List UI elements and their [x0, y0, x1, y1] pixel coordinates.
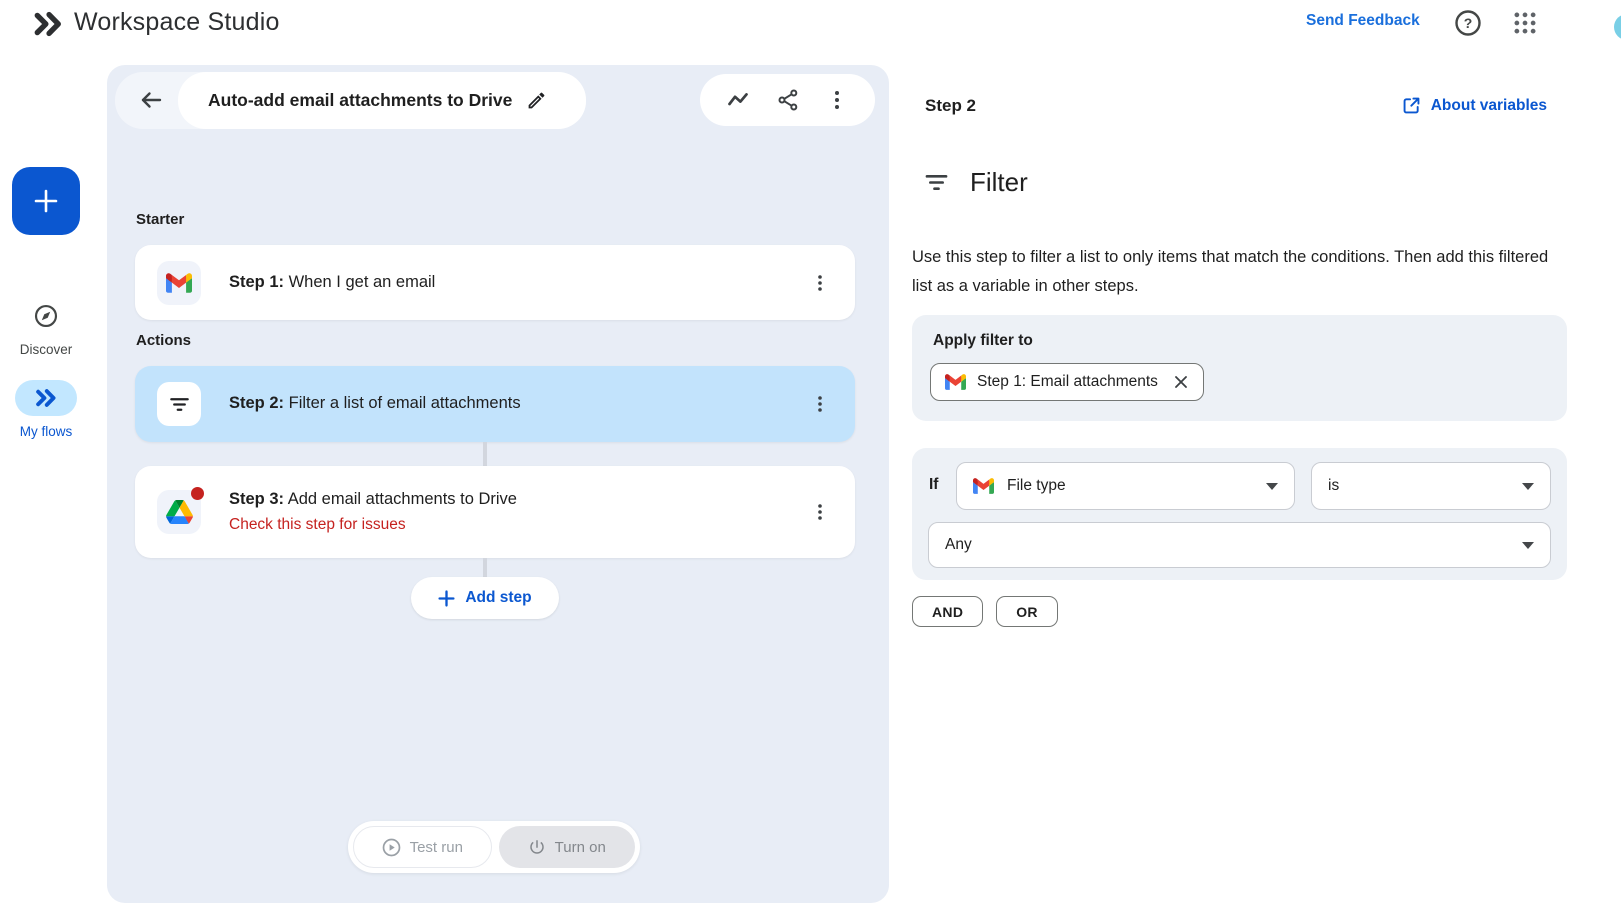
- flow-header: Auto-add email attachments to Drive: [115, 72, 586, 129]
- top-app-bar: Workspace Studio Send Feedback ?: [0, 0, 1621, 50]
- flow-title: Auto-add email attachments to Drive: [208, 90, 512, 111]
- flow-toolbar: [700, 74, 875, 126]
- step-title: Step 1: When I get an email: [229, 270, 435, 296]
- apply-filter-label: Apply filter to: [933, 332, 1033, 350]
- step-menu-icon[interactable]: [811, 395, 829, 413]
- open-in-new-icon: [1402, 96, 1421, 115]
- back-arrow-icon[interactable]: [137, 86, 165, 114]
- step-menu-icon[interactable]: [811, 503, 829, 521]
- gmail-icon: [945, 374, 966, 390]
- step-card-3[interactable]: Step 3: Add email attachments to Drive C…: [135, 466, 855, 558]
- panel-step-label: Step 2: [925, 96, 976, 116]
- svg-text:?: ?: [1464, 15, 1473, 31]
- condition-operator-dropdown[interactable]: is: [1311, 462, 1551, 510]
- gmail-icon: [157, 261, 201, 305]
- run-controls: Test run Turn on: [348, 821, 640, 873]
- apply-filter-section: Apply filter to Step 1: Email attachment…: [912, 315, 1567, 421]
- filter-icon: [923, 169, 950, 196]
- flow-title-pill[interactable]: Auto-add email attachments to Drive: [178, 72, 586, 129]
- power-icon: [528, 838, 546, 856]
- new-flow-button[interactable]: [12, 167, 80, 235]
- app-title: Workspace Studio: [74, 8, 280, 37]
- test-run-button[interactable]: Test run: [353, 826, 492, 868]
- step-menu-icon[interactable]: [811, 274, 829, 292]
- step-config-panel: Step 2 About variables Filter Use this s…: [893, 65, 1621, 903]
- chevron-down-icon: [1266, 483, 1278, 490]
- if-label: If: [929, 476, 938, 494]
- sidebar-item-discover[interactable]: Discover: [0, 298, 92, 357]
- issue-badge: [191, 487, 204, 500]
- step-title: Step 2: Filter a list of email attachmen…: [229, 391, 521, 417]
- step-connector: [483, 558, 487, 577]
- more-options-icon[interactable]: [825, 88, 849, 112]
- drive-icon: [157, 490, 201, 534]
- share-icon[interactable]: [776, 88, 800, 112]
- step-description: Use this step to filter a list to only i…: [912, 243, 1557, 301]
- plus-icon: [31, 186, 61, 216]
- chevron-down-icon: [1522, 483, 1534, 490]
- flows-icon: [35, 388, 57, 408]
- step-card-2[interactable]: Step 2: Filter a list of email attachmen…: [135, 366, 855, 442]
- help-icon[interactable]: ?: [1453, 8, 1483, 38]
- section-actions-label: Actions: [136, 332, 191, 349]
- turn-on-button[interactable]: Turn on: [499, 826, 636, 868]
- filter-icon: [157, 382, 201, 426]
- compass-icon: [33, 303, 59, 329]
- step-connector: [483, 442, 487, 466]
- boolean-operator-row: AND OR: [912, 596, 1058, 627]
- plus-icon: [438, 590, 455, 607]
- add-step-button[interactable]: Add step: [411, 577, 559, 619]
- avatar[interactable]: [1614, 14, 1621, 40]
- workspace-studio-logo-icon: [33, 10, 63, 38]
- step-card-1[interactable]: Step 1: When I get an email: [135, 245, 855, 320]
- send-feedback-link[interactable]: Send Feedback: [1306, 12, 1420, 30]
- activity-icon[interactable]: [726, 88, 750, 112]
- and-button[interactable]: AND: [912, 596, 983, 627]
- condition-value: Any: [945, 536, 972, 554]
- section-starter-label: Starter: [136, 211, 184, 228]
- close-icon[interactable]: [1173, 374, 1189, 390]
- gmail-icon: [973, 478, 994, 494]
- about-variables-link[interactable]: About variables: [1402, 96, 1547, 115]
- sidebar-item-label: Discover: [20, 342, 73, 357]
- condition-operator-value: is: [1328, 477, 1339, 495]
- condition-field-value: File type: [1007, 477, 1066, 495]
- flow-canvas: Auto-add email attachments to Drive Star…: [107, 65, 889, 903]
- sidebar-item-label: My flows: [20, 424, 73, 439]
- chevron-down-icon: [1522, 542, 1534, 549]
- apps-grid-icon[interactable]: [1512, 10, 1538, 36]
- condition-value-dropdown[interactable]: Any: [928, 522, 1551, 568]
- variable-chip-label: Step 1: Email attachments: [977, 373, 1158, 391]
- sidebar-item-my-flows[interactable]: My flows: [0, 380, 92, 439]
- panel-heading: Filter: [923, 167, 1028, 198]
- play-icon: [382, 838, 401, 857]
- condition-section: If File type is Any: [912, 448, 1567, 580]
- step-title: Step 3: Add email attachments to Drive C…: [229, 487, 517, 538]
- or-button[interactable]: OR: [996, 596, 1058, 627]
- step-warning-text: Check this step for issues: [229, 513, 517, 537]
- edit-pencil-icon[interactable]: [526, 90, 547, 111]
- condition-field-dropdown[interactable]: File type: [956, 462, 1295, 510]
- variable-chip[interactable]: Step 1: Email attachments: [930, 363, 1204, 401]
